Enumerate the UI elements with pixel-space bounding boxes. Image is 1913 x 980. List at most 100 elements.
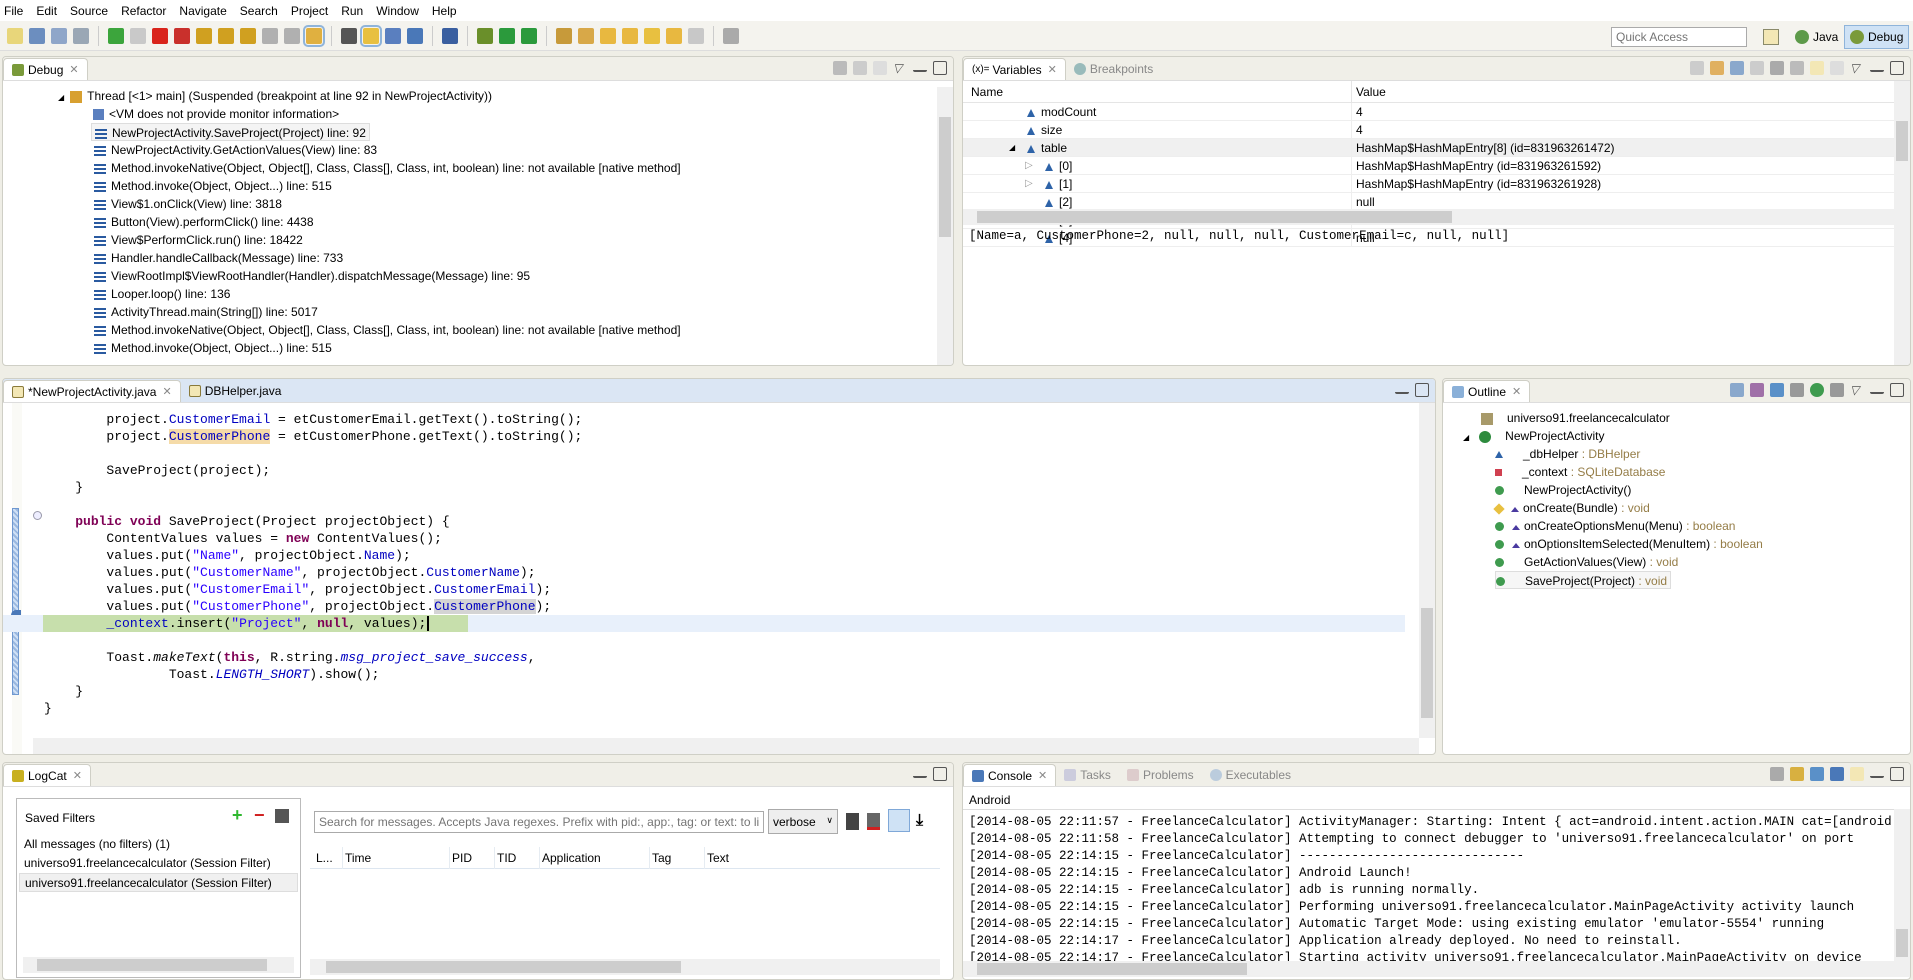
menu-run[interactable]: Run [341, 4, 363, 18]
saved-filter-item[interactable]: universo91.freelancecalculator (Session … [19, 854, 298, 873]
menu-help[interactable]: Help [432, 4, 457, 18]
minimize-icon[interactable] [1870, 386, 1884, 394]
saved-filter-item[interactable]: All messages (no filters) (1) [19, 835, 298, 854]
thread-row[interactable]: ◢ Thread [<1> main] (Suspended (breakpoin… [58, 87, 492, 105]
console-output[interactable]: [2014-08-05 22:11:57 - FreelanceCalculat… [963, 809, 1894, 961]
stack-frame[interactable]: Method.invokeNative(Object, Object[], Cl… [91, 159, 684, 177]
pin-editor-icon[interactable] [723, 27, 739, 44]
detail-vscrollbar[interactable] [1894, 225, 1910, 365]
use-step-filters-icon[interactable] [303, 24, 325, 47]
resume-icon[interactable] [108, 27, 124, 44]
minimize-icon[interactable] [1870, 770, 1884, 778]
console-vscrollbar[interactable] [1894, 809, 1910, 961]
stack-frame[interactable]: ViewRootImpl$ViewRootHandler(Handler).di… [91, 267, 533, 285]
outline-item[interactable]: onCreateOptionsMenu(Menu) : boolean [1495, 517, 1735, 535]
last-edit-icon[interactable] [644, 27, 660, 44]
close-icon[interactable]: ✕ [73, 769, 82, 782]
variables-vscrollbar[interactable] [1894, 81, 1910, 209]
hide-non-public-icon[interactable] [1810, 383, 1824, 397]
open-console-icon[interactable] [1850, 767, 1864, 781]
maximize-icon[interactable] [933, 767, 947, 781]
remove-terminated-icon[interactable] [833, 61, 847, 75]
minimize-icon[interactable] [1395, 386, 1409, 394]
hide-static-icon[interactable] [1790, 383, 1804, 397]
code-line[interactable]: values.put("CustomerName", projectObject… [3, 564, 1405, 581]
outline-item[interactable]: NewProjectActivity() [1495, 481, 1631, 499]
display-console-icon[interactable] [1830, 767, 1844, 781]
block-selection-icon[interactable] [385, 27, 401, 44]
drop-to-frame-icon[interactable] [262, 27, 278, 44]
clear-log-icon[interactable] [867, 813, 880, 830]
menu-edit[interactable]: Edit [36, 4, 57, 18]
view-menu-icon[interactable]: ▽ [1850, 61, 1864, 75]
code-line[interactable] [3, 445, 1405, 462]
search-icon[interactable] [578, 27, 594, 44]
view-menu-icon[interactable]: ▽ [893, 61, 907, 75]
save-icon[interactable] [29, 27, 45, 44]
logcat-search-input[interactable] [314, 811, 764, 833]
step-filter-icon[interactable] [873, 61, 887, 75]
logcat-column-application[interactable]: Application [539, 847, 601, 869]
outline-item[interactable]: GetActionValues(View) : void [1495, 553, 1678, 571]
variable-row[interactable]: ◢ table HashMap$HashMapEntry[8] (id=831963… [963, 139, 1894, 157]
variable-row[interactable]: modCount 4 [963, 103, 1894, 121]
stack-frame[interactable]: Method.invoke(Object, Object...) line: 5… [91, 177, 335, 195]
scroll-thumb[interactable] [977, 963, 1247, 975]
stack-frame[interactable]: Method.invokeNative(Object, Object[], Cl… [91, 321, 684, 339]
minimize-icon[interactable] [1870, 64, 1884, 72]
logcat-hscrollbar[interactable] [310, 959, 940, 975]
quick-access-input[interactable] [1611, 27, 1747, 47]
logcat-column-tag[interactable]: Tag [649, 847, 671, 869]
menu-refactor[interactable]: Refactor [121, 4, 166, 18]
toggle-filters-icon[interactable] [888, 809, 910, 832]
step-over-icon[interactable] [218, 27, 234, 44]
android-sdk-icon[interactable] [341, 27, 357, 44]
expand-arrow-icon[interactable]: ◢ [1463, 433, 1469, 442]
edit-filter-icon[interactable] [275, 809, 289, 823]
expand-arrow-icon[interactable]: ◢ [58, 93, 64, 102]
show-logical-structure-icon[interactable] [1710, 61, 1724, 75]
show-whitespace-icon[interactable] [407, 27, 423, 44]
tab-tasks[interactable]: Tasks [1056, 764, 1119, 786]
debug-vscrollbar[interactable] [937, 87, 953, 365]
maximize-icon[interactable] [933, 61, 947, 75]
filters-hscrollbar[interactable] [23, 957, 294, 973]
scroll-thumb[interactable] [1421, 608, 1433, 718]
outline-item[interactable]: universo91.freelancecalculator [1463, 409, 1670, 427]
tab-breakpoints[interactable]: Breakpoints [1066, 58, 1161, 80]
maximize-icon[interactable] [1415, 383, 1429, 397]
remove-expression-icon[interactable] [1750, 61, 1764, 75]
expand-arrow-icon[interactable]: ◢ [1009, 139, 1015, 157]
logcat-column-time[interactable]: Time [342, 847, 371, 869]
save-log-icon[interactable] [846, 813, 859, 830]
code-line[interactable] [3, 632, 1405, 649]
code-line[interactable]: } [3, 479, 1405, 496]
terminate-icon[interactable] [152, 27, 168, 44]
collapse-arrow-icon[interactable]: ▷ [1025, 175, 1033, 193]
skip-breakpoints-icon[interactable] [442, 27, 458, 44]
debug-icon[interactable] [477, 27, 493, 44]
outline-item[interactable]: onOptionsItemSelected(MenuItem) : boolea… [1495, 535, 1763, 553]
logcat-column-l[interactable]: L... [314, 847, 333, 869]
editor-hscrollbar[interactable] [33, 738, 1419, 754]
new-icon[interactable] [7, 27, 23, 44]
stack-frame[interactable]: Looper.loop() line: 136 [91, 285, 233, 303]
add-filter-icon[interactable]: + [232, 805, 243, 826]
code-line[interactable]: public void SaveProject(Project projectO… [3, 513, 1405, 530]
next-annotation-icon[interactable] [600, 27, 616, 44]
logcat-column-tid[interactable]: TID [494, 847, 516, 869]
code-line[interactable]: _context.insert("Project", null, values)… [3, 615, 1405, 632]
back-icon[interactable] [666, 27, 682, 44]
column-value[interactable]: Value [1351, 81, 1386, 103]
tab-console[interactable]: Console ✕ [963, 764, 1057, 786]
close-icon[interactable]: ✕ [1038, 769, 1047, 782]
sort-icon[interactable] [1750, 383, 1764, 397]
external-tools-icon[interactable] [521, 27, 537, 44]
stack-frame[interactable]: NewProjectActivity.GetActionValues(View)… [91, 141, 380, 159]
remove-icon[interactable] [1770, 61, 1784, 75]
collapse-arrow-icon[interactable]: ▷ [1025, 157, 1033, 175]
console-hscrollbar[interactable] [963, 961, 1910, 977]
tab-executables[interactable]: Executables [1202, 764, 1299, 786]
step-into-icon[interactable] [196, 27, 212, 44]
stack-frame[interactable]: Method.invoke(Object, Object...) line: 5… [91, 339, 335, 357]
